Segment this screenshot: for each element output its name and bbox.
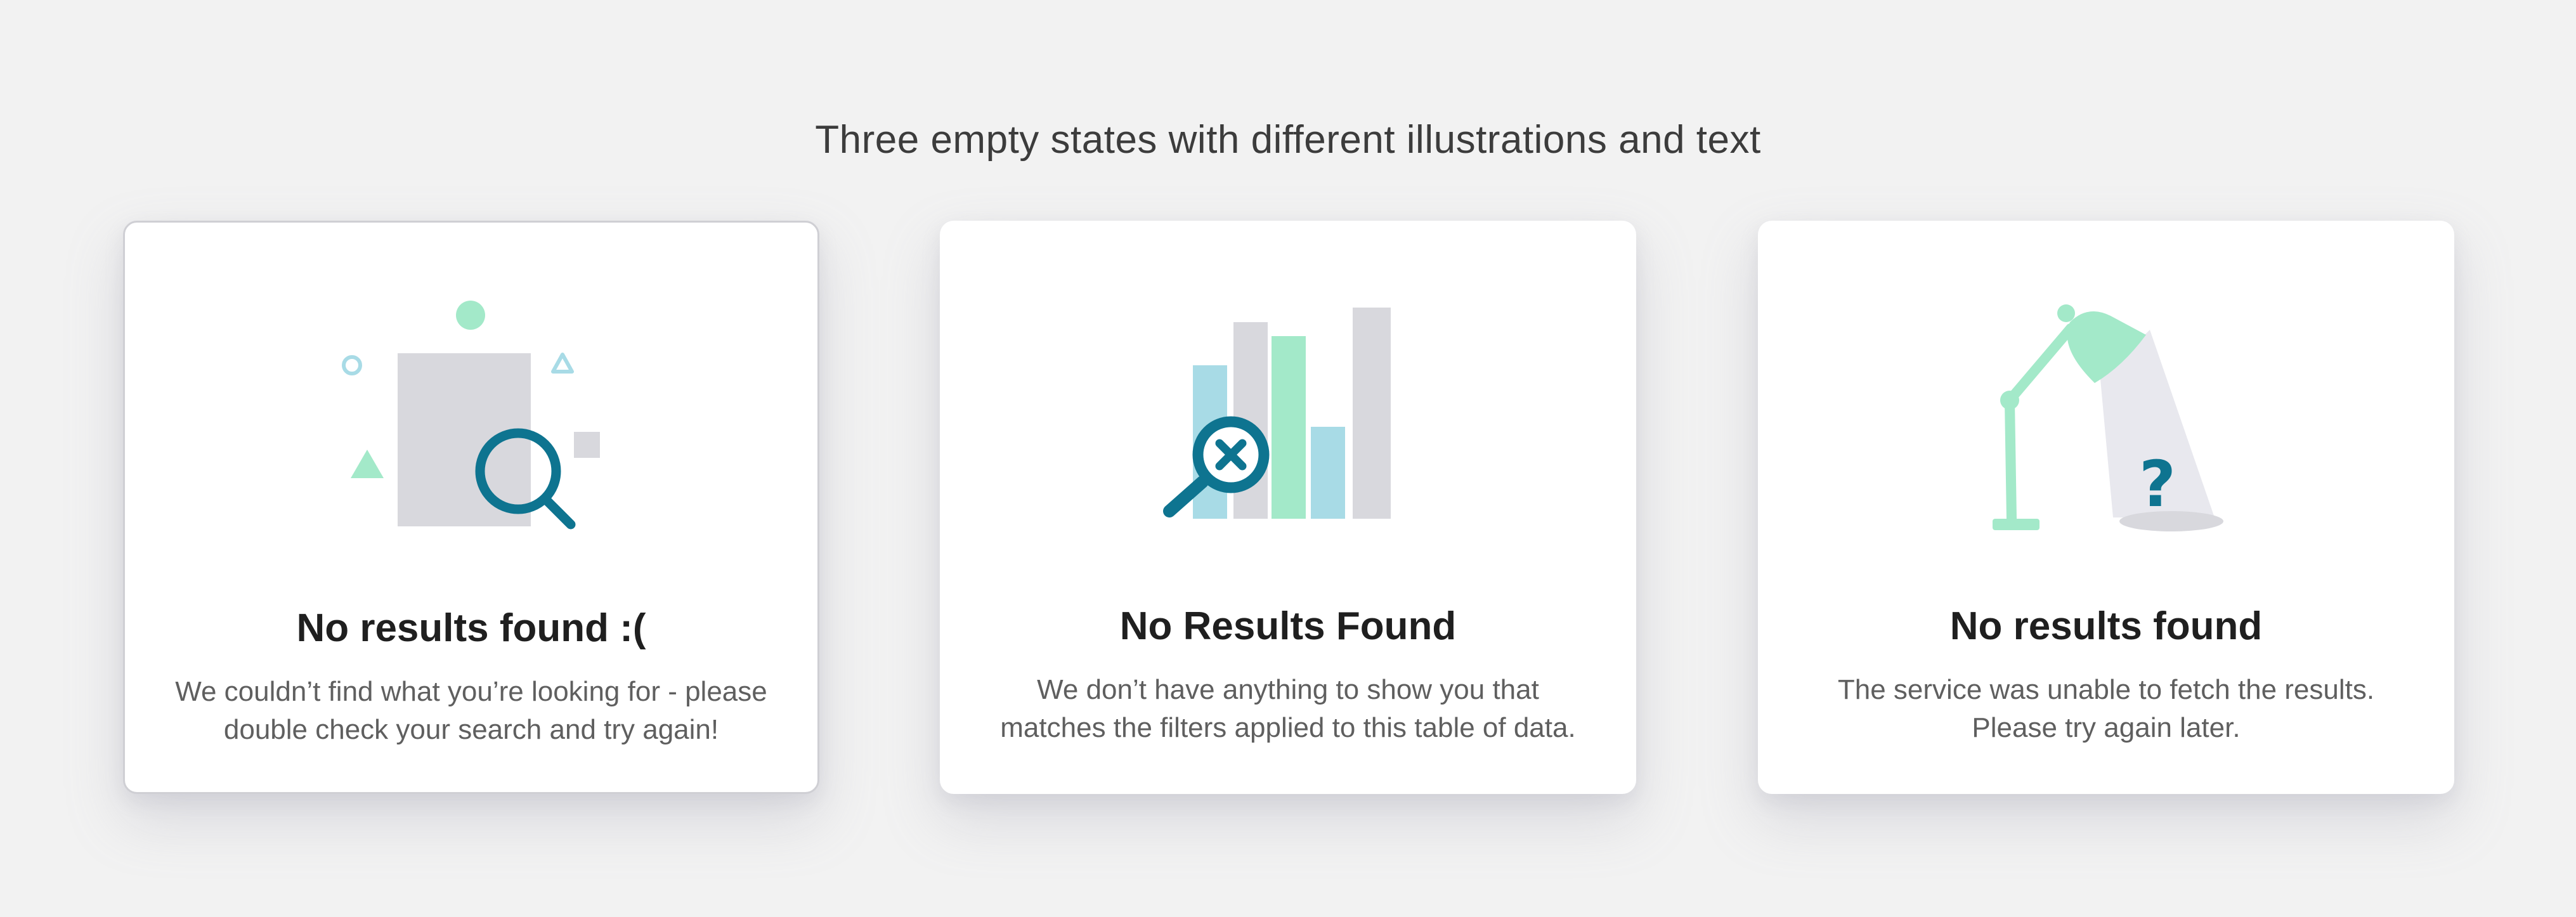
magnifier-handle bbox=[540, 494, 576, 530]
empty-state-card-filters: No Results Found We don’t have anything … bbox=[940, 221, 1636, 794]
card-title: No Results Found bbox=[1119, 604, 1457, 648]
lamp-arm-lower bbox=[2005, 396, 2017, 524]
card-title: No results found bbox=[1949, 604, 2263, 648]
card-description-line: double check your search and try again! bbox=[223, 714, 719, 745]
search-document-icon bbox=[125, 223, 821, 559]
card-description-line: We don’t have anything to show you that bbox=[1037, 674, 1539, 705]
bar-chart-no-match-icon bbox=[940, 221, 1636, 557]
empty-state-card-search: No results found :( We couldn’t find wha… bbox=[123, 221, 819, 794]
card-title: No results found :( bbox=[296, 606, 646, 650]
lamp-knob bbox=[2057, 304, 2075, 322]
document-shape bbox=[398, 353, 531, 526]
card-description: The service was unable to fetch the resu… bbox=[1796, 671, 2416, 747]
bar-light-blue-short bbox=[1311, 427, 1345, 519]
lamp-arm-upper bbox=[2005, 323, 2076, 405]
desk-lamp-question-icon: ? bbox=[1758, 221, 2454, 557]
page-heading: Three empty states with different illust… bbox=[815, 118, 1761, 162]
card-description-line: The service was unable to fetch the resu… bbox=[1837, 674, 2375, 705]
card-description-line: matches the filters applied to this tabl… bbox=[1000, 712, 1576, 743]
bar-mint bbox=[1272, 336, 1306, 519]
circle-shape bbox=[456, 301, 485, 330]
square-shape bbox=[574, 432, 600, 458]
empty-state-card-service-error: ? No results found The service was unabl… bbox=[1758, 221, 2454, 794]
outline-triangle-shape bbox=[551, 353, 574, 374]
card-description-line: Please try again later. bbox=[1972, 712, 2241, 743]
card-description: We couldn’t find what you’re looking for… bbox=[163, 673, 779, 749]
bar-gray-tallest bbox=[1353, 308, 1391, 519]
outline-circle-shape bbox=[342, 355, 362, 375]
question-mark-icon: ? bbox=[2139, 447, 2176, 521]
card-description-line: We couldn’t find what you’re looking for… bbox=[175, 676, 767, 707]
card-description: We don’t have anything to show you that … bbox=[978, 671, 1598, 747]
triangle-shape bbox=[351, 450, 384, 478]
